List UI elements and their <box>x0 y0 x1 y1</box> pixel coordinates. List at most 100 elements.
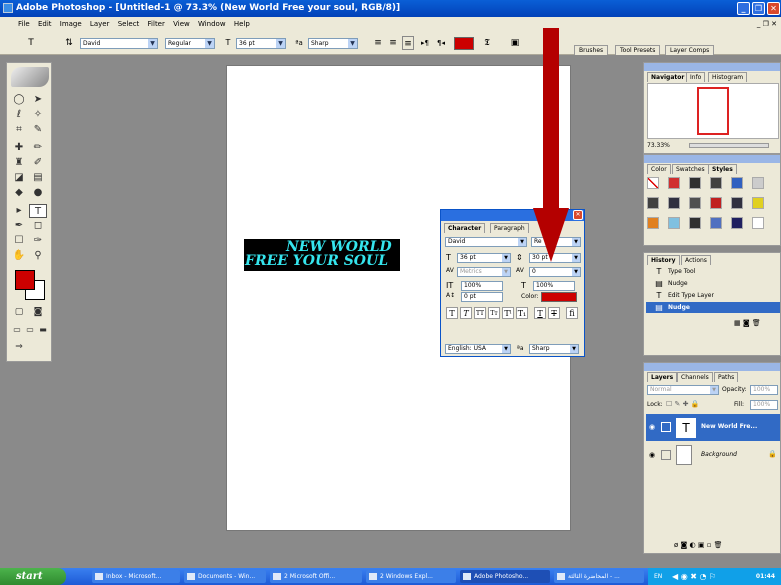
gradient-icon[interactable]: ▤ <box>29 171 47 185</box>
taskbar-item[interactable]: المحاضرة الثالثة - ... <box>554 570 644 583</box>
history-brush-icon[interactable]: ✐ <box>29 156 47 170</box>
tab-swatches[interactable]: Swatches <box>672 164 709 174</box>
zoom-icon[interactable]: ⚲ <box>29 249 47 263</box>
well-tab-tool-presets[interactable]: Tool Presets <box>615 45 661 55</box>
menu-select[interactable]: Select <box>118 20 140 28</box>
magic-wand-icon[interactable]: ✧ <box>29 108 47 122</box>
foreground-color-swatch[interactable] <box>15 270 35 290</box>
style-swatch[interactable] <box>668 217 680 229</box>
style-swatch[interactable] <box>689 177 701 189</box>
style-swatch[interactable] <box>710 177 722 189</box>
menu-edit[interactable]: Edit <box>38 20 52 28</box>
align-right-icon[interactable]: ≡ <box>402 36 414 50</box>
warp-text-icon[interactable]: 𝕿 <box>480 36 494 50</box>
style-swatch[interactable] <box>668 177 680 189</box>
anti-alias-select[interactable]: Sharp ▼ <box>308 38 358 49</box>
tab-paragraph[interactable]: Paragraph <box>490 223 529 233</box>
palettes-toggle-icon[interactable]: ▣ <box>508 36 522 50</box>
visibility-eye-icon[interactable]: ◉ <box>649 451 655 459</box>
standard-mode-icon[interactable]: ▢ <box>10 305 28 319</box>
clone-stamp-icon[interactable]: ♜ <box>10 156 28 170</box>
font-family-field[interactable]: David ▼ <box>445 237 527 247</box>
maximize-button[interactable]: ❐ <box>752 2 765 15</box>
text-color-swatch[interactable] <box>454 37 474 50</box>
language-select[interactable]: English: USA ▼ <box>445 344 511 354</box>
history-item[interactable]: T Type Tool <box>646 266 780 277</box>
close-icon[interactable]: ✕ <box>573 210 583 220</box>
close-button[interactable]: ✕ <box>767 2 780 15</box>
style-swatch[interactable] <box>731 197 743 209</box>
tab-styles[interactable]: Styles <box>708 164 737 174</box>
shape-icon[interactable]: ◻ <box>29 219 47 233</box>
font-size-select[interactable]: 36 pt ▼ <box>236 38 286 49</box>
style-swatch[interactable] <box>731 177 743 189</box>
style-swatch[interactable] <box>689 197 701 209</box>
eraser-icon[interactable]: ◪ <box>10 171 28 185</box>
tab-navigator[interactable]: Navigator <box>647 72 689 82</box>
tab-character[interactable]: Character <box>444 223 486 233</box>
taskbar-item[interactable]: 2 Microsoft Offi... <box>270 570 362 583</box>
style-swatch[interactable] <box>647 177 659 189</box>
ltr-text-icon[interactable]: ▸¶ <box>418 36 432 50</box>
menu-layer[interactable]: Layer <box>90 20 110 28</box>
text-color-swatch[interactable] <box>541 292 577 302</box>
fill-field[interactable]: 100% <box>750 400 778 410</box>
style-swatch[interactable] <box>752 177 764 189</box>
style-swatch[interactable] <box>731 217 743 229</box>
minimize-button[interactable]: _ <box>737 2 750 15</box>
taskbar-item[interactable]: Documents - Win... <box>184 570 266 583</box>
faux-bold-button[interactable]: T <box>446 307 458 319</box>
tracking-field[interactable]: 0 ▼ <box>529 267 581 277</box>
underline-button[interactable]: T <box>534 307 546 319</box>
rtl-text-icon[interactable]: ¶◂ <box>434 36 448 50</box>
vertical-scale-field[interactable]: 100% <box>461 281 503 291</box>
tab-histogram[interactable]: Histogram <box>708 72 748 82</box>
tray-icons[interactable]: ◀ ◉ ✖ ◔ ⚐ <box>672 568 716 585</box>
layer-footer-icons[interactable]: ø ◙ ◐ ▣ ▫ 🗑 <box>674 541 723 549</box>
slice-icon[interactable]: ✎ <box>29 123 47 137</box>
dodge-icon[interactable]: ● <box>29 186 47 200</box>
notes-icon[interactable]: ☐ <box>10 234 28 248</box>
navigator-view-box[interactable] <box>697 87 729 135</box>
opacity-field[interactable]: 100% <box>750 385 778 395</box>
anti-alias-select[interactable]: Sharp ▼ <box>529 344 579 354</box>
taskbar-item[interactable]: 2 Windows Expl... <box>366 570 456 583</box>
menu-help[interactable]: Help <box>234 20 250 28</box>
strikethrough-button[interactable]: T <box>548 307 560 319</box>
selected-text-layer[interactable]: NEW WORLD FREE YOUR SOUL <box>244 239 400 271</box>
style-swatch[interactable] <box>647 197 659 209</box>
style-swatch[interactable] <box>689 217 701 229</box>
imageready-icon[interactable]: ⇒ <box>10 340 28 354</box>
history-item[interactable]: T Edit Type Layer <box>646 290 780 301</box>
tab-info[interactable]: Info <box>686 72 706 82</box>
menu-file[interactable]: File <box>18 20 30 28</box>
small-caps-button[interactable]: Tт <box>488 307 500 319</box>
history-item[interactable]: ▤ Nudge <box>646 278 780 289</box>
style-swatch[interactable] <box>710 217 722 229</box>
type-tool-icon[interactable]: T <box>24 36 38 50</box>
tab-history[interactable]: History <box>647 255 680 265</box>
start-button[interactable]: start <box>0 568 66 585</box>
tab-layers[interactable]: Layers <box>647 372 678 382</box>
menu-window[interactable]: Window <box>198 20 226 28</box>
align-left-icon[interactable]: ≡ <box>372 36 384 50</box>
quick-mask-icon[interactable]: ◙ <box>29 305 47 319</box>
taskbar-item-active[interactable]: Adobe Photosho... <box>460 570 550 583</box>
blur-icon[interactable]: ◆ <box>10 186 28 200</box>
ligature-button[interactable]: fi <box>566 307 578 319</box>
menu-view[interactable]: View <box>173 20 190 28</box>
taskbar-item[interactable]: Inbox - Microsoft... <box>92 570 180 583</box>
healing-brush-icon[interactable]: ✚ <box>10 141 28 155</box>
doc-window-controls[interactable]: _ ❐ ✕ <box>757 17 777 31</box>
pen-icon[interactable]: ✒ <box>10 219 28 233</box>
style-swatch[interactable] <box>647 217 659 229</box>
link-box-icon[interactable] <box>661 450 671 460</box>
crop-icon[interactable]: ⌗ <box>10 123 28 137</box>
layer-row-text[interactable]: ◉ T New World Fre... <box>646 414 780 441</box>
horizontal-scale-field[interactable]: 100% <box>533 281 575 291</box>
tab-paths[interactable]: Paths <box>714 372 739 382</box>
superscript-button[interactable]: Tˡ <box>502 307 514 319</box>
tab-actions[interactable]: Actions <box>681 255 711 265</box>
lock-icons[interactable]: ☐ ✎ ✚ 🔒 <box>666 400 699 408</box>
style-swatch[interactable] <box>710 197 722 209</box>
